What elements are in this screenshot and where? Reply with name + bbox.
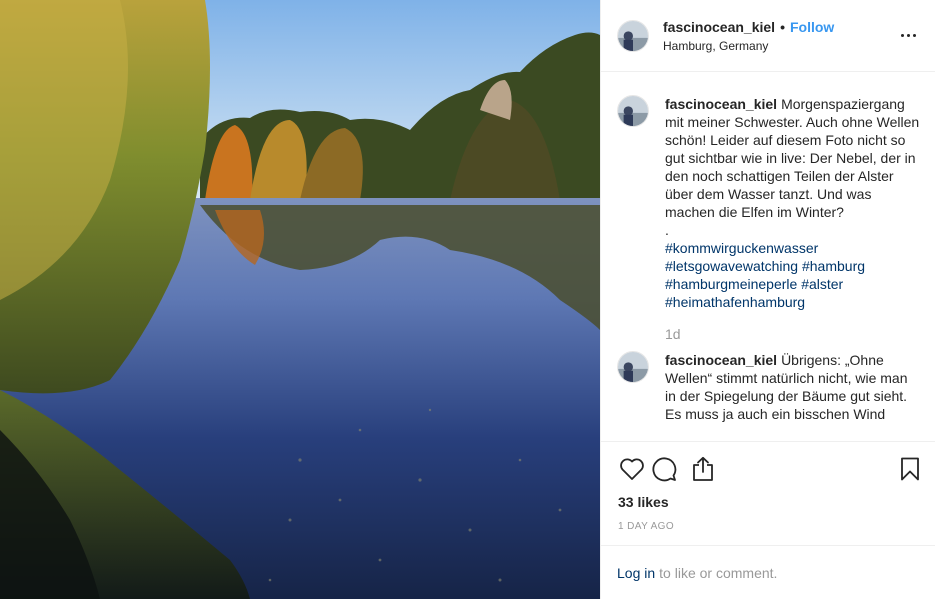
comments-list[interactable]: fascinocean_kiel Morgenspaziergang mit me… (601, 73, 935, 441)
save-button[interactable] (894, 449, 920, 489)
login-prompt: Log in to like or comment. (601, 545, 935, 599)
hashtag-link[interactable]: #letsgowavewatching #hamburg (665, 257, 920, 275)
login-link[interactable]: Log in (617, 565, 655, 581)
heart-icon (620, 457, 644, 480)
action-bar (601, 441, 935, 495)
comment-icon (652, 456, 677, 481)
hashtag-link[interactable]: #kommwirguckenwasser (665, 239, 920, 257)
location-link[interactable]: Hamburg, Germany (663, 39, 896, 53)
hashtag-link[interactable]: #heimathafenhamburg (665, 293, 920, 311)
comment-button[interactable] (651, 449, 691, 489)
header-username[interactable]: fascinocean_kiel (663, 19, 775, 35)
header-user-info: fascinocean_kiel • Follow Hamburg, Germa… (663, 19, 896, 53)
comment-username[interactable]: fascinocean_kiel (665, 352, 777, 368)
avatar[interactable] (617, 95, 649, 127)
avatar[interactable] (617, 351, 649, 383)
separator-dot: • (780, 18, 785, 35)
caption-comment: fascinocean_kiel Morgenspaziergang mit me… (617, 95, 920, 343)
caption-text: Morgenspaziergang mit meiner Schwester. … (665, 96, 920, 238)
lake-photo-image (0, 0, 600, 599)
avatar-image (618, 352, 648, 382)
caption-username[interactable]: fascinocean_kiel (665, 96, 777, 112)
login-prompt-text: to like or comment. (659, 564, 778, 581)
caption-body: fascinocean_kiel Morgenspaziergang mit me… (665, 95, 920, 343)
post-sidebar: fascinocean_kiel • Follow Hamburg, Germa… (600, 0, 935, 599)
more-horizontal-icon[interactable] (896, 24, 920, 48)
share-icon (693, 456, 713, 481)
avatar[interactable] (617, 19, 649, 52)
instagram-post: fascinocean_kiel • Follow Hamburg, Germa… (0, 0, 935, 599)
header-line: fascinocean_kiel • Follow (663, 19, 896, 35)
hashtag-link[interactable]: #hamburgmeineperle #alster (665, 275, 920, 293)
bookmark-icon (901, 457, 919, 480)
post-header: fascinocean_kiel • Follow Hamburg, Germa… (601, 0, 935, 72)
avatar-image (618, 20, 648, 51)
follow-button[interactable]: Follow (790, 19, 834, 35)
post-age[interactable]: 1 day ago (618, 521, 674, 532)
likes-count[interactable]: 33 likes (618, 494, 669, 510)
avatar-image (618, 96, 648, 126)
like-button[interactable] (619, 449, 651, 489)
comment-body: fascinocean_kiel Übrigens: „Ohne Wellen“ … (665, 351, 920, 423)
comment-item: fascinocean_kiel Übrigens: „Ohne Wellen“ … (617, 351, 920, 423)
share-button[interactable] (691, 449, 731, 489)
caption-time[interactable]: 1d (665, 325, 920, 343)
post-photo[interactable] (0, 0, 600, 599)
